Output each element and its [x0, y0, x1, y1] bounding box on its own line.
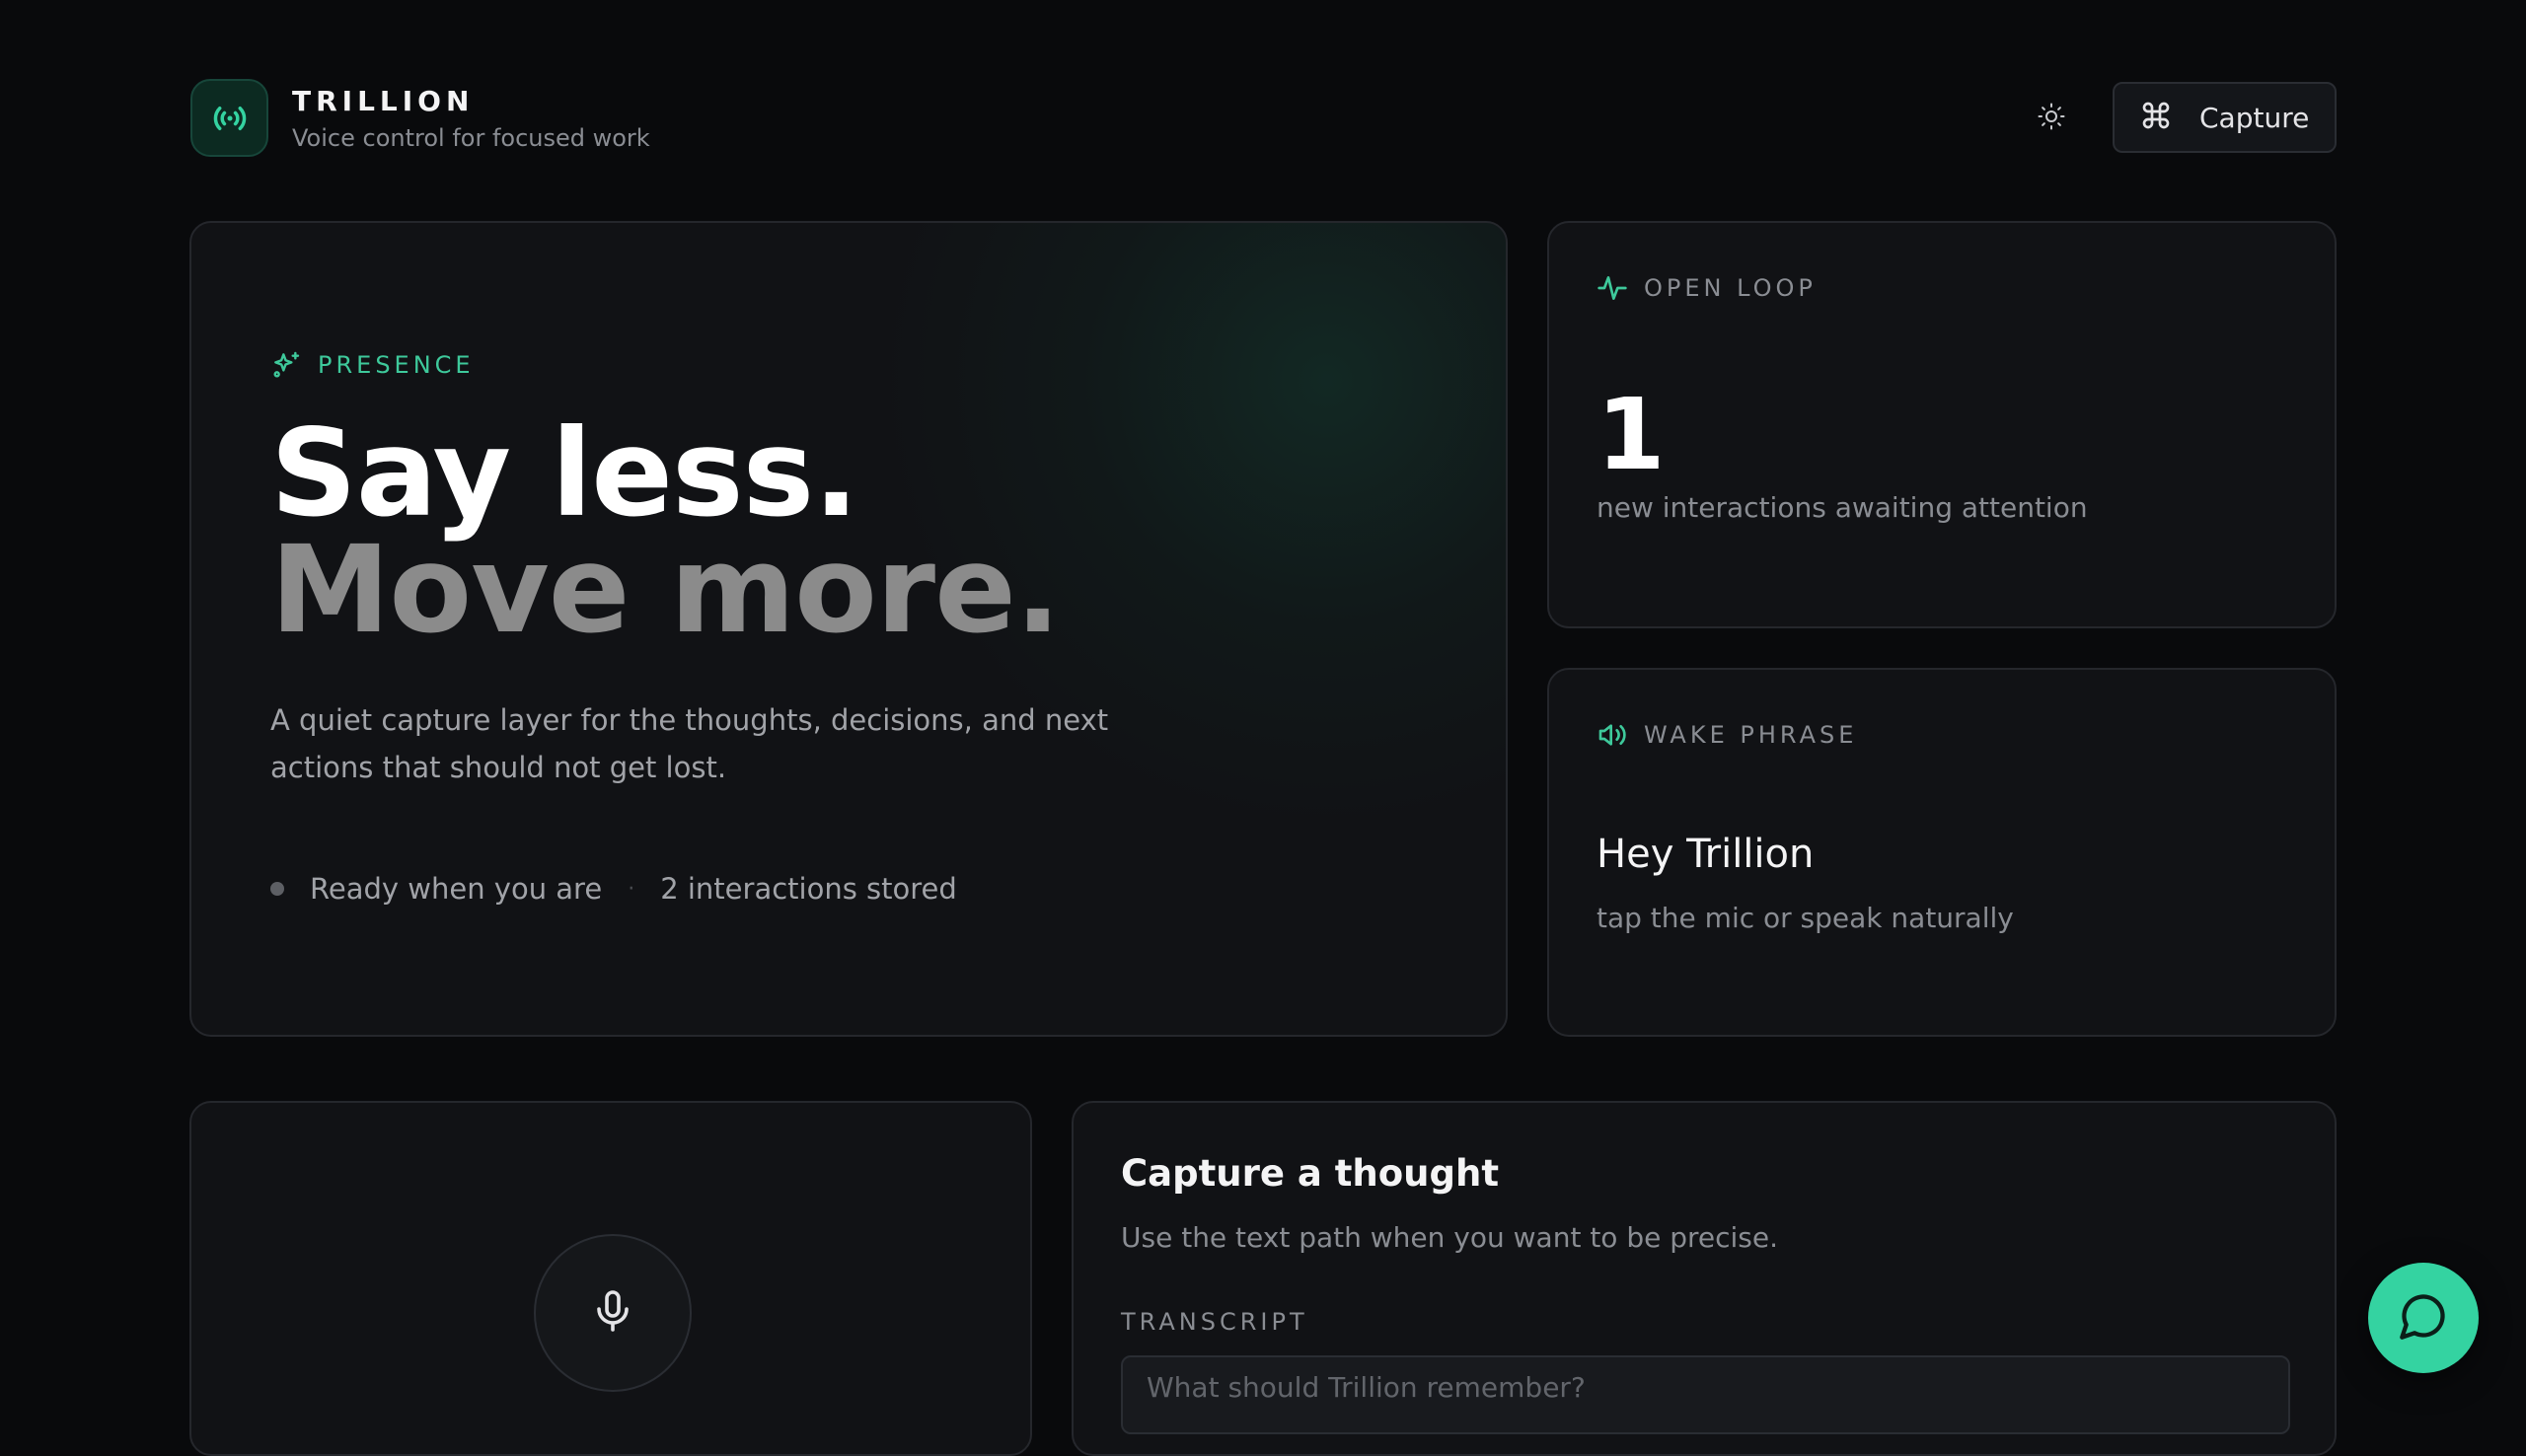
status-ready-text: Ready when you are	[310, 872, 603, 906]
brand-tagline: Voice control for focused work	[292, 124, 650, 152]
headline-line-1: Say less.	[270, 403, 859, 544]
broadcast-icon	[190, 79, 268, 157]
capture-title: Capture a thought	[1121, 1152, 1500, 1195]
theme-toggle-button[interactable]	[2028, 95, 2075, 142]
hero-status-row: Ready when you are · 2 interactions stor…	[270, 872, 957, 906]
open-loop-card: OPEN LOOP 1 new interactions awaiting at…	[1547, 221, 2337, 628]
capture-description: Use the text path when you want to be pr…	[1121, 1221, 1779, 1254]
wake-phrase-card: WAKE PHRASE Hey Trillion tap the mic or …	[1547, 668, 2337, 1037]
hero-description: A quiet capture layer for the thoughts, …	[270, 703, 1109, 784]
wake-phrase-label: WAKE PHRASE	[1644, 721, 1858, 749]
capture-thought-card: Capture a thought Use the text path when…	[1072, 1101, 2337, 1456]
microphone-icon	[589, 1287, 636, 1339]
open-loop-count: 1	[1597, 377, 1666, 492]
chat-bubble-icon	[2398, 1290, 2449, 1346]
open-loop-label: OPEN LOOP	[1644, 274, 1817, 302]
app-header: TRILLION Voice control for focused work …	[190, 79, 2337, 158]
hero-headline: Say less. Move more.	[270, 403, 1061, 660]
volume-icon	[1597, 719, 1628, 751]
capture-button-label: Capture	[2199, 101, 2310, 134]
presence-hero-card: PRESENCE Say less. Move more. A quiet ca…	[189, 221, 1508, 1037]
chat-button[interactable]	[2368, 1263, 2479, 1373]
mic-button[interactable]	[534, 1234, 692, 1392]
wake-phrase-subtitle: tap the mic or speak naturally	[1597, 902, 2014, 934]
transcript-label: TRANSCRIPT	[1121, 1308, 1308, 1336]
status-count-text: 2 interactions stored	[660, 872, 957, 906]
command-icon	[2140, 100, 2172, 135]
activity-icon	[1597, 272, 1628, 304]
presence-eyebrow: PRESENCE	[270, 349, 475, 381]
wake-phrase-eyebrow: WAKE PHRASE	[1597, 719, 1857, 751]
presence-label: PRESENCE	[318, 351, 475, 379]
sun-icon	[2037, 102, 2066, 135]
open-loop-eyebrow: OPEN LOOP	[1597, 272, 1817, 304]
open-loop-subtitle: new interactions awaiting attention	[1597, 491, 2088, 524]
wake-phrase-text: Hey Trillion	[1597, 832, 1815, 877]
headline-line-2: Move more.	[270, 520, 1061, 660]
status-separator: ·	[628, 876, 635, 902]
voice-capture-card	[189, 1101, 1032, 1456]
sparkles-icon	[270, 349, 302, 381]
transcript-input[interactable]	[1121, 1355, 2290, 1434]
capture-button[interactable]: Capture	[2113, 82, 2337, 153]
brand-name: TRILLION	[292, 85, 475, 117]
status-dot	[270, 882, 284, 896]
